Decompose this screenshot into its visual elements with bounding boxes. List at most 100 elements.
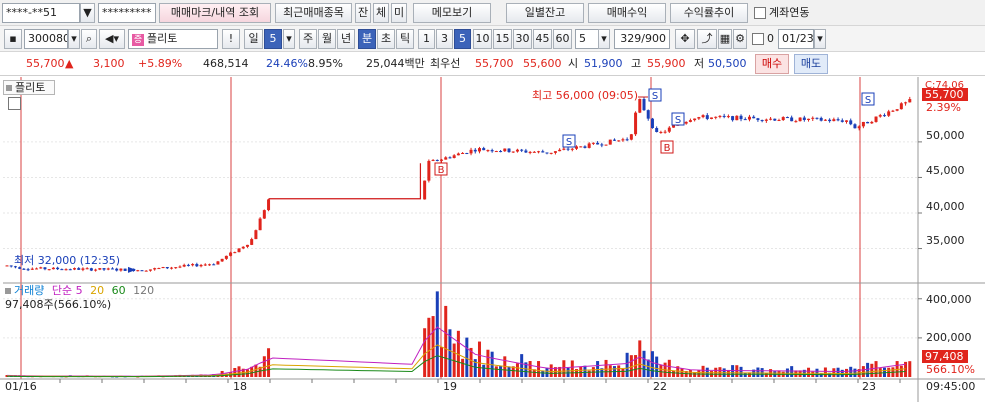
low-price: 50,500: [708, 57, 747, 70]
date-chevron-icon[interactable]: ▾: [814, 29, 826, 49]
candle-body: [115, 268, 119, 271]
custom-interval-value: 5: [579, 32, 586, 45]
recent-trade-items-button[interactable]: 최근매매종목: [275, 3, 352, 23]
executed-button[interactable]: 체: [373, 3, 389, 23]
interval-45-button[interactable]: 45: [533, 29, 552, 49]
candle-body: [431, 159, 435, 161]
password-field[interactable]: *********: [98, 3, 156, 23]
interval-30-button[interactable]: 30: [513, 29, 532, 49]
volume-bar: [655, 356, 659, 377]
date-checkbox[interactable]: [752, 33, 764, 45]
date-field[interactable]: 01/23: [778, 29, 814, 49]
candle-body: [262, 210, 266, 219]
candle-body: [608, 139, 612, 145]
stock-name-field[interactable]: 증 플리토: [128, 29, 218, 49]
interval-60-button[interactable]: 60: [553, 29, 572, 49]
candle-body: [895, 109, 899, 111]
candle-body: [212, 264, 216, 266]
trade-amount: 25,044백만: [366, 57, 425, 70]
volume-bar: [507, 366, 511, 377]
trade-profit-button[interactable]: 매매수익: [588, 3, 666, 23]
candle-body: [258, 218, 262, 231]
table-view-icon[interactable]: [8, 97, 21, 110]
profit-trend-button[interactable]: 수익률추이: [670, 3, 748, 23]
period-tick-button[interactable]: 틱: [396, 29, 414, 49]
unexecuted-button[interactable]: 미: [391, 3, 407, 23]
candle-body: [887, 111, 891, 116]
candle-body: [667, 127, 671, 132]
candle-body: [123, 268, 127, 271]
max-price-label: 최고 56,000 (09:05): [532, 89, 639, 102]
period-day-count-button[interactable]: 5: [264, 29, 282, 49]
price-change-pct: +5.89%: [138, 57, 183, 70]
candle-body: [199, 264, 203, 267]
volume-bar: [440, 347, 444, 377]
volume-ratio: 24.46%: [266, 57, 308, 70]
custom-interval-field[interactable]: 5: [575, 29, 599, 49]
stock-legend[interactable]: 플리토: [3, 80, 55, 95]
candle-body: [461, 153, 465, 155]
daily-balance-button[interactable]: 일별잔고: [506, 3, 584, 23]
candle-body: [469, 149, 473, 154]
trade-mark-history-button[interactable]: 매매마크/내역 조회: [159, 3, 271, 23]
balance-button[interactable]: 잔: [355, 3, 371, 23]
chart-panel[interactable]: B S S B S S 플리토 최고 56,000 (09:05) 최저 32,000 (…: [0, 77, 985, 402]
candle-body: [245, 244, 249, 247]
crosshair-icon[interactable]: ✥: [675, 29, 695, 49]
memo-view-button[interactable]: 메모보기: [413, 3, 491, 23]
candle-body: [229, 252, 233, 256]
account-dropdown-chevron-icon[interactable]: ▼: [80, 3, 95, 23]
sound-icon[interactable]: ◀▾: [99, 29, 125, 49]
period-year-button[interactable]: 년: [337, 29, 355, 49]
interval-15-button[interactable]: 15: [493, 29, 512, 49]
stock-code-field[interactable]: 300080: [24, 29, 68, 49]
volume-tag: 97,408: [922, 350, 968, 363]
period-week-button[interactable]: 주: [299, 29, 317, 49]
candle-body: [777, 120, 781, 122]
candle-body: [427, 160, 431, 181]
stock-code-chevron-icon[interactable]: ▾: [68, 29, 80, 49]
current-price-tag-value: 55,700: [925, 88, 964, 101]
account-number-value: ****-**51: [6, 6, 57, 19]
interval-1-button[interactable]: 1: [418, 29, 435, 49]
candle-body: [241, 246, 245, 249]
data-count-field[interactable]: 329/900: [614, 29, 670, 49]
alert-icon[interactable]: !: [222, 29, 240, 49]
period-month-button[interactable]: 월: [318, 29, 336, 49]
account-link-label: 계좌연동: [769, 6, 810, 19]
draw-tool-icon[interactable]: ⤴: [697, 29, 717, 49]
candle-body: [106, 268, 110, 270]
period-chevron-icon[interactable]: ▾: [283, 29, 295, 49]
price-volume-chart[interactable]: B S S B S S: [0, 77, 985, 402]
account-number-field[interactable]: ****-**51: [2, 3, 80, 23]
volume-bar: [832, 368, 836, 377]
candle-body: [684, 121, 688, 124]
period-day-button[interactable]: 일: [244, 29, 263, 49]
candle-body: [861, 121, 865, 127]
buy-button[interactable]: 매수: [755, 54, 789, 74]
chart-menu-icon[interactable]: ▪: [4, 29, 22, 49]
candle-body: [773, 118, 777, 121]
interval-3-button[interactable]: 3: [436, 29, 453, 49]
candle-body: [857, 126, 861, 129]
custom-interval-chevron-icon[interactable]: ▾: [598, 29, 610, 49]
period-minute-button[interactable]: 분: [358, 29, 376, 49]
search-icon[interactable]: ⌕: [81, 29, 97, 49]
sell-button[interactable]: 매도: [794, 54, 828, 74]
candle-body: [216, 261, 220, 265]
account-link-checkbox[interactable]: [754, 7, 766, 19]
candle-body: [688, 120, 692, 122]
settings-icon[interactable]: ⚙: [733, 29, 747, 49]
period-second-button[interactable]: 초: [377, 29, 395, 49]
trade-marker-b: B: [434, 162, 448, 176]
candle-body: [815, 117, 819, 119]
candle-body: [465, 153, 469, 155]
candle-body: [237, 248, 241, 253]
interval-5-button[interactable]: 5: [454, 29, 471, 49]
candle-body: [423, 180, 427, 200]
interval-10-button[interactable]: 10: [473, 29, 492, 49]
candle-body: [165, 267, 169, 269]
grid-toggle-icon[interactable]: ▦: [718, 29, 732, 49]
candle-body: [714, 116, 718, 118]
candle-body: [174, 267, 178, 269]
